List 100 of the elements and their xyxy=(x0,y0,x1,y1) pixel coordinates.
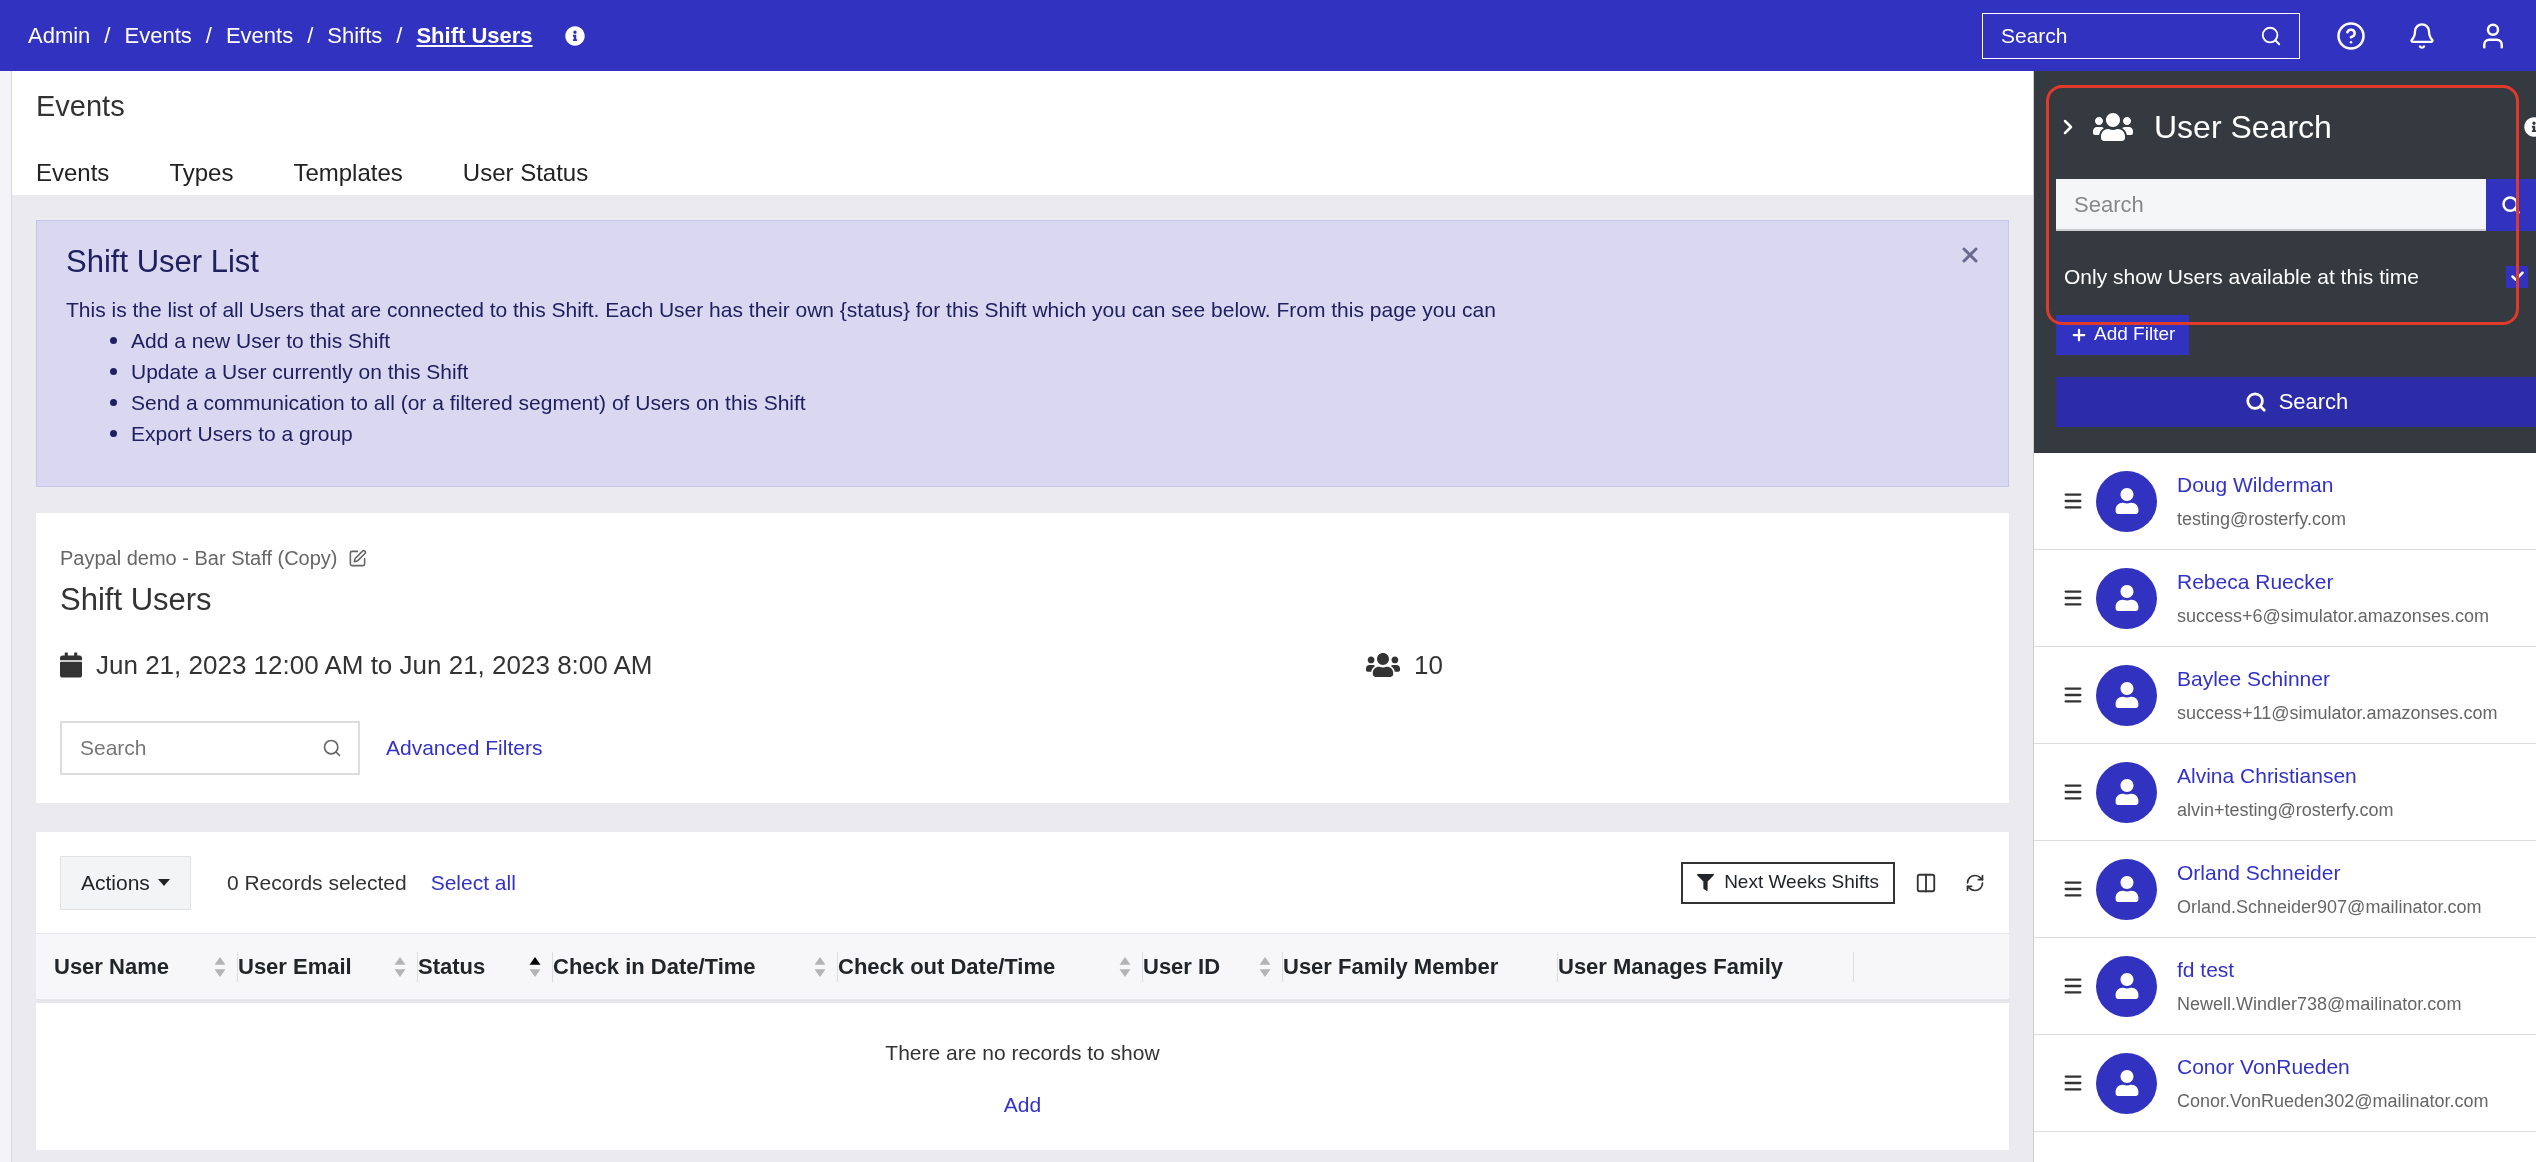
breadcrumb-separator: / xyxy=(104,22,111,50)
breadcrumb-separator: / xyxy=(205,22,212,50)
caret-icon xyxy=(157,878,170,887)
bullet-icon xyxy=(110,368,117,375)
user-list-item[interactable]: Conor VonRueden Conor.VonRueden302@mailinator.com xyxy=(2034,1035,2536,1132)
user-name-link[interactable]: Baylee Schinner xyxy=(2177,662,2498,695)
user-email: Newell.Windler738@mailinator.com xyxy=(2177,993,2462,1017)
tab[interactable]: Templates xyxy=(293,154,403,195)
add-link[interactable]: Add xyxy=(1003,1088,1042,1120)
breadcrumb-separator: / xyxy=(307,22,314,50)
user-name-link[interactable]: fd test xyxy=(2177,953,2462,986)
user-email: alvin+testing@rosterfy.com xyxy=(2177,799,2394,823)
shift-date-range: Jun 21, 2023 12:00 AM to Jun 21, 2023 8:00 AM xyxy=(96,648,654,682)
shift-title: Shift Users xyxy=(60,581,213,619)
avatar-icon xyxy=(2096,567,2157,629)
banner-bullet-text: Update a User currently on this Shift xyxy=(131,358,469,385)
user-list-item[interactable]: Baylee Schinner success+11@simulator.amazonses.com xyxy=(2034,647,2536,744)
drag-handle-icon[interactable] xyxy=(2062,684,2084,706)
user-name-link[interactable]: Conor VonRueden xyxy=(2177,1050,2489,1083)
columns-icon[interactable] xyxy=(1915,871,1937,894)
availability-label: Only show Users available at this time xyxy=(2064,264,2420,290)
column-header[interactable]: User Family Member xyxy=(1283,951,1547,982)
column-header[interactable]: User Manages Family xyxy=(1558,951,1843,982)
top-search-field[interactable]: Search xyxy=(1982,12,2300,59)
banner-title: Shift User List xyxy=(66,243,259,281)
banner-text: This is the list of all Users that are connected to this Shift. Each User has their own {status} for this Shift which you can see below. From this page you can xyxy=(66,296,1497,323)
info-icon[interactable] xyxy=(564,25,585,46)
empty-table-text: There are no records to show xyxy=(885,1040,1160,1066)
search-icon xyxy=(2244,390,2267,413)
search-icon xyxy=(2501,195,2522,215)
search-icon xyxy=(322,737,342,758)
search-icon-button[interactable] xyxy=(2486,179,2536,231)
refresh-icon[interactable] xyxy=(1965,872,1985,893)
drag-handle-icon[interactable] xyxy=(2062,587,2084,609)
bullet-icon xyxy=(110,337,117,344)
advanced-filters-link[interactable]: Advanced Filters xyxy=(386,731,543,764)
column-header[interactable]: User Email xyxy=(238,951,407,982)
drag-handle-icon[interactable] xyxy=(2062,975,2084,997)
help-icon[interactable] xyxy=(2336,20,2366,51)
drag-handle-icon[interactable] xyxy=(2062,490,2084,512)
search-icon xyxy=(2260,24,2282,47)
tab[interactable]: Types xyxy=(169,154,234,195)
user-name-link[interactable]: Orland Schneider xyxy=(2177,856,2482,889)
column-header[interactable]: Check in Date/Time xyxy=(553,951,827,982)
shift-search-field[interactable]: Search xyxy=(60,720,360,775)
user-name-link[interactable]: Alvina Christiansen xyxy=(2177,759,2394,792)
drag-handle-icon[interactable] xyxy=(2062,781,2084,803)
drag-handle-icon[interactable] xyxy=(2062,878,2084,900)
column-header[interactable]: Status xyxy=(418,951,542,982)
users-icon xyxy=(1366,651,1400,679)
column-header[interactable]: User Name xyxy=(54,951,227,982)
user-count: 10 xyxy=(1414,648,1443,682)
actions-dropdown[interactable]: Actions xyxy=(60,855,191,910)
sort-icon[interactable] xyxy=(528,955,542,978)
user-email: testing@rosterfy.com xyxy=(2177,508,2346,532)
panel-title: User Search xyxy=(2154,108,2332,147)
add-filter-button[interactable]: Add Filter xyxy=(2056,314,2190,355)
shift-parent-name: Paypal demo - Bar Staff (Copy) xyxy=(60,546,338,571)
banner-bullet-text: Export Users to a group xyxy=(131,420,353,447)
filter-icon xyxy=(1697,874,1715,891)
banner-bullet-text: Send a communication to all (or a filtered segment) of Users on this Shift xyxy=(131,389,806,416)
search-button[interactable]: Search xyxy=(2056,376,2536,427)
filter-button[interactable]: Next Weeks Shifts xyxy=(1681,861,1895,904)
column-header[interactable]: Check out Date/Time xyxy=(838,951,1132,982)
avatar-icon xyxy=(2096,761,2157,823)
notification-icon[interactable] xyxy=(2408,21,2436,50)
select-all-link[interactable]: Select all xyxy=(430,866,516,899)
user-list-item[interactable]: Orland Schneider Orland.Schneider907@mailinator.com xyxy=(2034,841,2536,938)
bullet-icon xyxy=(110,430,117,437)
bullet-icon xyxy=(110,399,117,406)
avatar-icon xyxy=(2096,470,2157,532)
user-email: Conor.VonRueden302@mailinator.com xyxy=(2177,1090,2489,1114)
tab[interactable]: Events xyxy=(36,154,110,195)
column-header[interactable]: User ID xyxy=(1143,951,1272,982)
user-name-link[interactable]: Doug Wilderman xyxy=(2177,468,2346,501)
breadcrumb-separator: / xyxy=(396,22,403,50)
breadcrumb-link[interactable]: Shifts xyxy=(327,19,383,52)
page-title: Events xyxy=(36,89,126,124)
user-search-field[interactable]: Search xyxy=(2056,179,2487,231)
user-list-item[interactable]: fd test Newell.Windler738@mailinator.com xyxy=(2034,938,2536,1035)
user-list-item[interactable]: Rebeca Ruecker success+6@simulator.amazonses.com xyxy=(2034,550,2536,647)
avatar-icon xyxy=(2096,858,2157,920)
user-email: Orland.Schneider907@mailinator.com xyxy=(2177,896,2482,920)
edit-icon[interactable] xyxy=(347,548,367,568)
breadcrumb-link[interactable]: Shift Users xyxy=(416,19,533,52)
user-list-item[interactable]: Alvina Christiansen alvin+testing@rosterfy.com xyxy=(2034,744,2536,841)
breadcrumb-link[interactable]: Admin xyxy=(28,19,91,52)
breadcrumb-link[interactable]: Events xyxy=(225,19,294,52)
drag-handle-icon[interactable] xyxy=(2062,1072,2084,1094)
avatar-icon xyxy=(2096,955,2157,1017)
banner-bullet-text: Add a new User to this Shift xyxy=(131,327,391,354)
user-list-item[interactable]: Doug Wilderman testing@rosterfy.com xyxy=(2034,453,2536,550)
records-selected-text: 0 Records selected xyxy=(226,869,407,896)
breadcrumb-link[interactable]: Events xyxy=(124,19,192,52)
tab[interactable]: User Status xyxy=(462,154,589,195)
calendar-icon xyxy=(60,652,82,678)
user-name-link[interactable]: Rebeca Ruecker xyxy=(2177,565,2489,598)
avatar-icon xyxy=(2096,664,2157,726)
users-icon xyxy=(2092,111,2134,143)
user-email: success+6@simulator.amazonses.com xyxy=(2177,605,2489,629)
